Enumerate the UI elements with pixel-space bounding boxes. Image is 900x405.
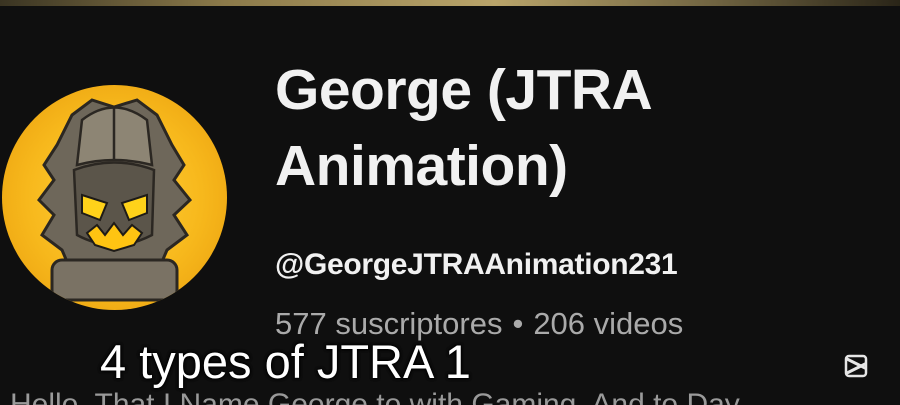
capcut-icon [844,354,868,378]
video-caption: 4 types of JTRA 1 [100,335,471,388]
video-count: 206 videos [533,306,684,341]
channel-banner-edge [0,0,900,6]
channel-name: George (JTRA Animation) [275,58,651,198]
channel-handle: @GeorgeJTRAAnimation231 [275,248,678,281]
robot-mascot-icon [37,98,193,302]
channel-avatar[interactable] [2,85,227,310]
stats-separator: • [512,306,524,341]
subtitle-text: Hello, That I Name George to with Gaming… [10,388,740,405]
video-frame: George (JTRA Animation) @GeorgeJTRAAnima… [0,0,900,405]
